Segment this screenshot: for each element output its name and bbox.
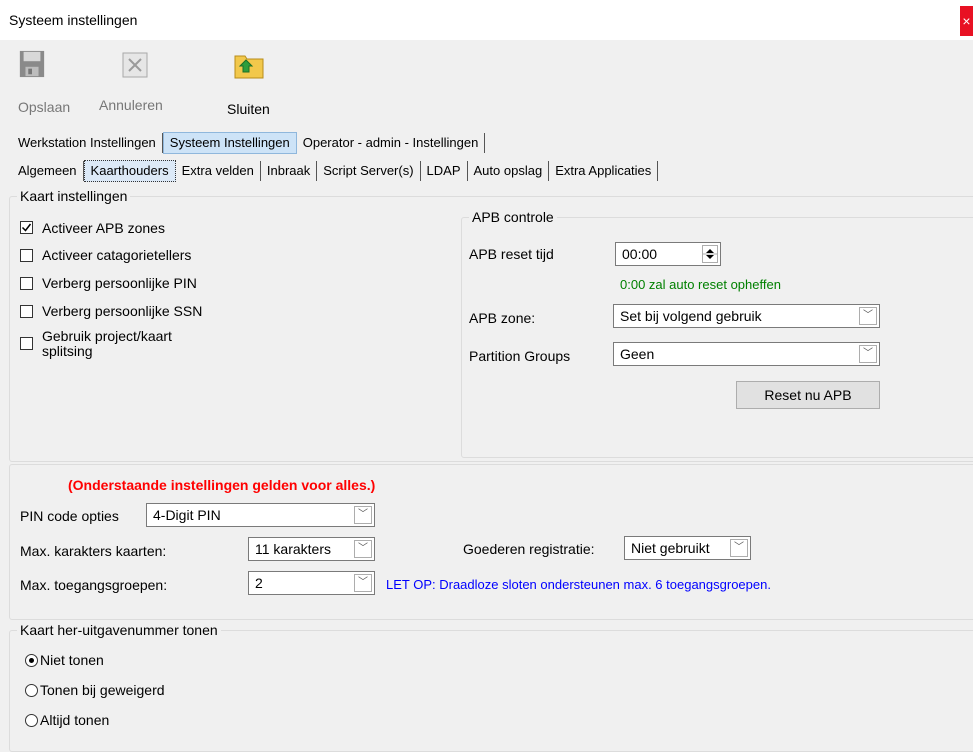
tab-kaarthouders[interactable]: Kaarthouders (83, 160, 176, 182)
floppy-disk-icon (19, 50, 45, 78)
pin-options-value: 4-Digit PIN (153, 507, 221, 523)
apb-zone-value: Set bij volgend gebruik (620, 308, 762, 324)
window-title: Systeem instellingen (9, 12, 138, 28)
checkmark-icon (21, 223, 32, 232)
close-label: Sluiten (227, 101, 270, 117)
spinner-arrows-icon (703, 249, 717, 259)
save-button[interactable] (16, 50, 50, 90)
apb-reset-time-value: 00:00 (622, 246, 658, 262)
label-verberg-pin: Verberg persoonlijke PIN (42, 275, 197, 291)
label-altijd-tonen: Altijd tonen (40, 712, 110, 728)
radio-niet-tonen[interactable] (25, 654, 38, 667)
label-project-splitsing: Gebruik project/kaart splitsing (42, 328, 172, 359)
max-groups-value: 2 (255, 575, 263, 591)
pin-options-label: PIN code opties (20, 508, 119, 524)
chevron-down-icon: ﹀ (354, 506, 372, 524)
chevron-down-icon: ﹀ (354, 574, 372, 592)
time-spinner[interactable] (702, 245, 718, 263)
checkbox-verberg-pin[interactable] (20, 277, 33, 290)
reset-apb-button[interactable]: Reset nu APB (736, 381, 880, 409)
goods-registration-select[interactable]: Niet gebruikt ﹀ (624, 536, 751, 560)
cancel-label: Annuleren (99, 97, 163, 113)
checkbox-activeer-catagorie[interactable] (20, 249, 33, 262)
kaart-instellingen-title: Kaart instellingen (17, 188, 131, 204)
chevron-down-icon: ﹀ (859, 307, 877, 325)
reissue-title: Kaart her-uitgavenummer tonen (17, 622, 221, 638)
apb-reset-hint: 0:00 zal auto reset opheffen (620, 277, 781, 292)
checkbox-project-splitsing[interactable] (20, 337, 33, 350)
label-verberg-ssn: Verberg persoonlijke SSN (42, 303, 203, 319)
label-niet-tonen: Niet tonen (40, 652, 104, 668)
chevron-down-icon: ﹀ (354, 540, 372, 558)
label-activeer-catagorie: Activeer catagorietellers (42, 247, 192, 263)
apb-zone-label: APB zone: (469, 310, 536, 326)
label-tonen-geweigerd: Tonen bij geweigerd (40, 682, 165, 698)
max-chars-select[interactable]: 11 karakters ﹀ (248, 537, 375, 561)
max-groups-note: LET OP: Draadloze sloten ondersteunen ma… (386, 577, 771, 592)
tab-systeem[interactable]: Systeem Instellingen (162, 132, 297, 154)
save-label: Opslaan (18, 99, 71, 115)
goods-registration-value: Niet gebruikt (631, 540, 710, 556)
apb-reset-label: APB reset tijd (469, 246, 554, 262)
tab-script-servers[interactable]: Script Server(s) (317, 161, 421, 181)
close-window-button[interactable]: × (960, 6, 973, 36)
title-bar (0, 0, 973, 40)
checkbox-activeer-apb[interactable] (20, 221, 33, 234)
tab-ldap[interactable]: LDAP (421, 161, 468, 181)
apb-controle-title: APB controle (469, 209, 557, 225)
radio-tonen-geweigerd[interactable] (25, 684, 38, 697)
cancel-button[interactable] (122, 52, 150, 82)
partition-groups-value: Geen (620, 346, 655, 362)
main-tab-strip: Werkstation Instellingen Systeem Instelli… (12, 132, 486, 154)
tab-extra-velden[interactable]: Extra velden (176, 161, 261, 181)
goods-registration-label: Goederen registratie: (463, 541, 595, 557)
apb-reset-time-input[interactable]: 00:00 (615, 242, 721, 266)
pin-options-select[interactable]: 4-Digit PIN ﹀ (146, 503, 375, 527)
tab-extra-applicaties[interactable]: Extra Applicaties (549, 161, 659, 181)
max-groups-label: Max. toegangsgroepen: (20, 577, 168, 593)
chevron-down-icon: ﹀ (730, 539, 748, 557)
close-button[interactable] (233, 50, 267, 84)
tab-operator[interactable]: Operator - admin - Instellingen (297, 133, 486, 153)
max-chars-value: 11 karakters (255, 541, 331, 557)
tab-inbraak[interactable]: Inbraak (261, 161, 318, 181)
tab-auto-opslag[interactable]: Auto opslag (468, 161, 550, 181)
max-groups-select[interactable]: 2 ﹀ (248, 571, 375, 595)
tab-werkstation[interactable]: Werkstation Instellingen (12, 133, 163, 153)
partition-groups-label: Partition Groups (469, 348, 571, 364)
radio-altijd-tonen[interactable] (25, 714, 38, 727)
checkbox-verberg-ssn[interactable] (20, 305, 33, 318)
folder-arrow-icon (234, 55, 264, 79)
sub-tab-strip: Algemeen Kaarthouders Extra velden Inbraak S… (12, 160, 659, 182)
general-warning: (Onderstaande instellingen gelden voor a… (68, 477, 376, 493)
label-activeer-apb: Activeer APB zones (42, 220, 165, 236)
apb-zone-select[interactable]: Set bij volgend gebruik ﹀ (613, 304, 880, 328)
tab-algemeen[interactable]: Algemeen (12, 161, 84, 181)
partition-groups-select[interactable]: Geen ﹀ (613, 342, 880, 366)
chevron-down-icon: ﹀ (859, 345, 877, 363)
max-chars-label: Max. karakters kaarten: (20, 543, 167, 559)
cancel-icon (122, 52, 148, 78)
